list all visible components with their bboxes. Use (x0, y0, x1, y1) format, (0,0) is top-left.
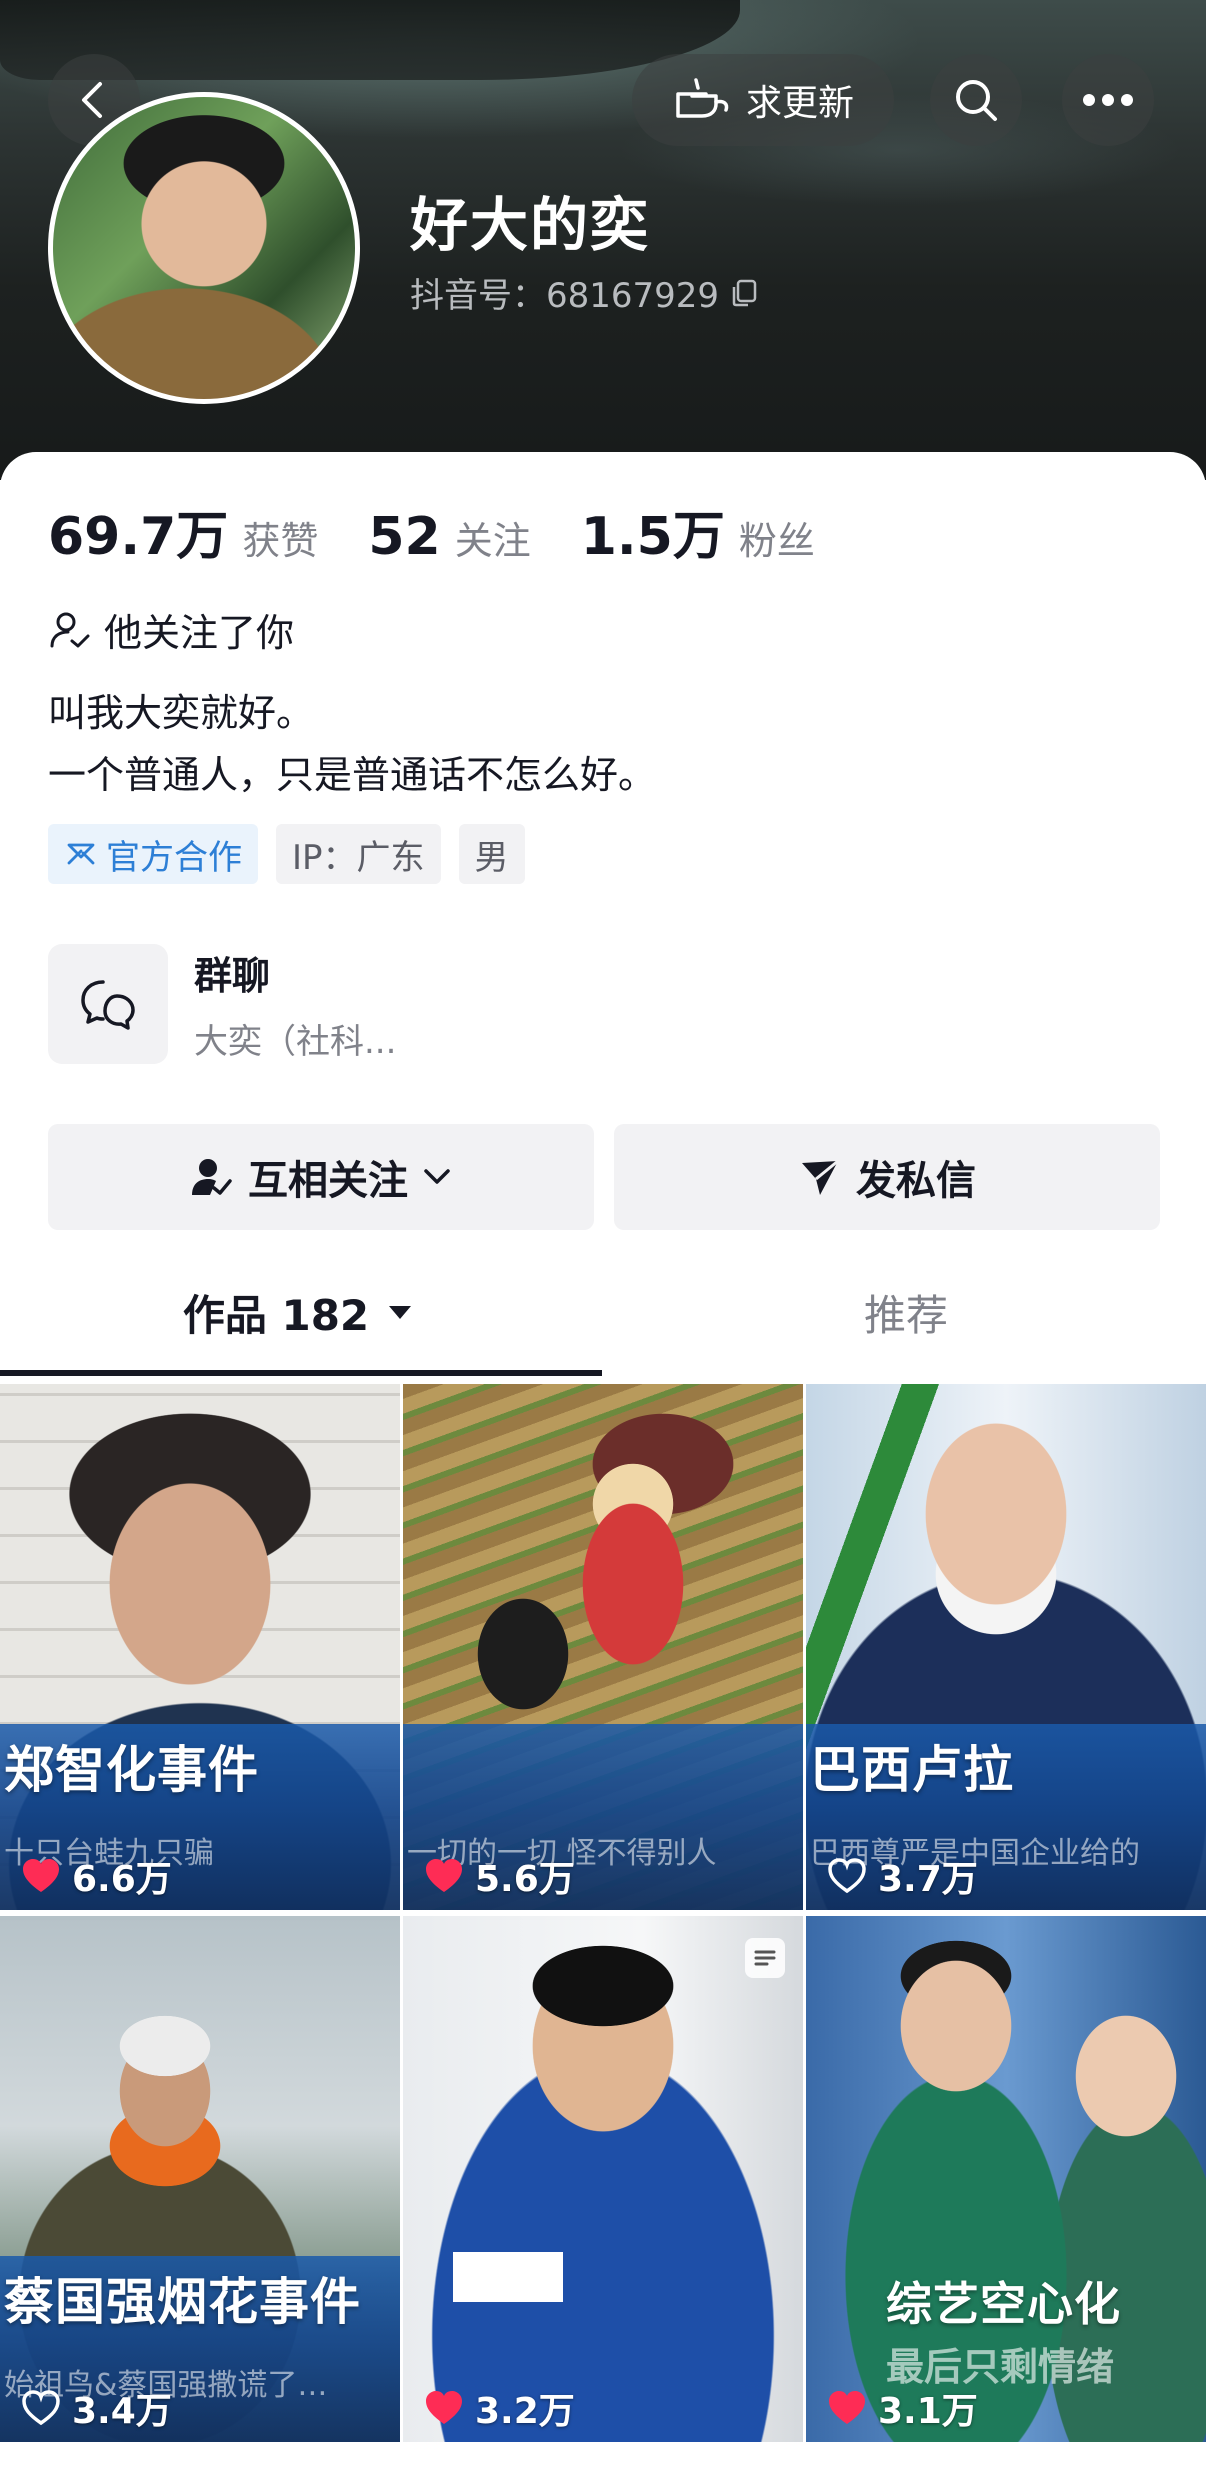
like-count-value: 3.4万 (72, 2391, 172, 2432)
heart-filled-icon (23, 1859, 59, 1892)
like-count: 5.6万 (423, 1850, 575, 1902)
heart-outline-icon (22, 2390, 60, 2426)
video-thumbnail[interactable]: 3.2万 (403, 1916, 803, 2442)
tag-label: IP：广东 (292, 837, 425, 878)
profile-bio: 叫我大奕就好。 一个普通人，只是普通话不怎么好。 (48, 682, 656, 806)
like-count: 6.6万 (20, 1850, 172, 1902)
bio-line: 叫我大奕就好。 (48, 691, 315, 735)
video-caption: 综艺空心化 (886, 2277, 1121, 2331)
like-count-value: 6.6万 (72, 1859, 172, 1900)
video-thumbnail[interactable]: 综艺空心化 最后只剩情绪 3.1万 (806, 1916, 1206, 2442)
follows-you-text: 他关注了你 (104, 611, 295, 655)
chat-bubbles-icon (81, 980, 135, 1030)
group-chat-entry[interactable]: 群聊 大奕（社科... (48, 944, 396, 1064)
like-count-value: 5.6万 (475, 1859, 575, 1900)
heart-filled-icon (426, 1859, 462, 1892)
follows-you-indicator: 他关注了你 (48, 602, 294, 657)
stat-label: 粉丝 (738, 519, 815, 563)
active-tab-indicator (0, 1370, 602, 1376)
send-message-button[interactable]: 发私信 (614, 1124, 1160, 1230)
caret-down-icon (389, 1306, 412, 1319)
request-update-label: 求更新 (745, 83, 854, 124)
video-thumbnail[interactable]: 蔡国强烟花事件 始祖鸟&蔡国强撒谎了… 3.4万 (0, 1916, 400, 2442)
video-thumbnail[interactable]: 一切的一切 怪不得别人 5.6万 (403, 1384, 803, 1910)
video-caption: 郑智化事件 (4, 1741, 259, 1799)
paper-plane-icon (802, 1159, 839, 1195)
send-message-label: 发私信 (856, 1158, 976, 1204)
video-caption: 蔡国强烟花事件 (4, 2273, 361, 2331)
copy-icon[interactable] (729, 278, 759, 308)
like-count-value: 3.2万 (475, 2391, 575, 2432)
profile-username: 好大的奕 (410, 191, 651, 259)
tab-works[interactable]: 作品 182 (0, 1252, 600, 1372)
mutual-follow-button[interactable]: 互相关注 (48, 1124, 594, 1230)
like-count-value: 3.7万 (878, 1859, 978, 1900)
profile-stats: 69.7万 获赞 52 关注 1.5万 粉丝 (48, 494, 865, 569)
video-thumbnail[interactable]: 郑智化事件 十只台蛙九只骗 6.6万 (0, 1384, 400, 1910)
like-count: 3.1万 (826, 2382, 978, 2434)
like-count: 3.7万 (826, 1850, 978, 1902)
bio-line: 一个普通人，只是普通话不怎么好。 (48, 753, 657, 797)
note-icon (745, 1938, 785, 1978)
collab-icon (67, 843, 95, 865)
stat-value: 1.5万 (580, 507, 725, 567)
chevron-down-icon (424, 1169, 450, 1184)
group-chat-title: 群聊 (194, 954, 271, 998)
chevron-left-icon (82, 82, 102, 118)
official-collab-tag[interactable]: 官方合作 (48, 824, 258, 884)
heart-filled-icon (426, 2391, 462, 2424)
more-dots-icon (1083, 94, 1133, 106)
tag-label: 官方合作 (106, 837, 242, 878)
search-button[interactable] (930, 54, 1022, 146)
avatar[interactable] (48, 92, 360, 404)
stat-label: 关注 (454, 519, 531, 563)
pointing-hand-icon (676, 78, 729, 118)
tag-label: 男 (474, 837, 509, 878)
user-check-icon (50, 612, 90, 647)
gender-tag: 男 (458, 824, 525, 884)
profile-banner: 求更新 好大的奕 抖音号：68167929 (0, 0, 1206, 480)
stat-followers[interactable]: 1.5万 粉丝 (581, 494, 815, 569)
stat-label: 获赞 (242, 519, 319, 563)
group-chat-subtitle: 大奕（社科... (194, 1022, 397, 1062)
heart-filled-icon (829, 2391, 865, 2424)
user-check-icon (192, 1159, 232, 1195)
douyin-id-text: 抖音号：68167929 (410, 276, 720, 316)
stat-value: 52 (368, 507, 441, 567)
request-update-button[interactable]: 求更新 (632, 54, 894, 146)
video-thumbnail[interactable]: 巴西卢拉 巴西尊严是中国企业给的 3.7万 (806, 1384, 1206, 1910)
tab-works-label: 作品 182 (182, 1290, 370, 1340)
douyin-id-row[interactable]: 抖音号：68167929 (410, 268, 759, 317)
search-icon (956, 80, 997, 121)
group-chat-icon-box (48, 944, 168, 1064)
heart-outline-icon (828, 1858, 866, 1894)
video-caption: 巴西卢拉 (810, 1741, 1014, 1799)
more-options-button[interactable] (1062, 54, 1154, 146)
like-count-value: 3.1万 (878, 2391, 978, 2432)
profile-actions: 互相关注 发私信 (48, 1124, 1160, 1230)
content-tabs: 作品 182 推荐 (0, 1252, 1206, 1382)
tab-recommend[interactable]: 推荐 (606, 1252, 1206, 1372)
ip-location-tag: IP：广东 (276, 824, 441, 884)
mutual-follow-label: 互相关注 (248, 1158, 408, 1204)
like-count: 3.2万 (423, 2382, 575, 2434)
stat-likes[interactable]: 69.7万 获赞 (48, 494, 318, 569)
tab-recommend-label: 推荐 (863, 1290, 948, 1340)
like-count: 3.4万 (20, 2382, 172, 2434)
stat-following[interactable]: 52 关注 (368, 507, 530, 567)
stat-value: 69.7万 (48, 507, 229, 567)
thumbnail-image (403, 1916, 803, 2442)
profile-tags: 官方合作 IP：广东 男 (48, 824, 525, 884)
